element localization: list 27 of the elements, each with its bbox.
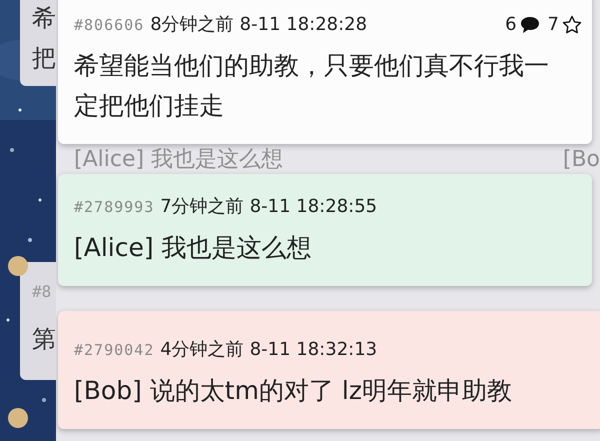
- star-count: 7: [548, 14, 559, 35]
- time-ago: 7分钟之前: [160, 195, 244, 218]
- post-text: #8: [32, 282, 52, 301]
- time-ago: 8分钟之前: [150, 13, 234, 36]
- post-card[interactable]: #806606 8分钟之前 8-11 18:28:28 6 7 希望能当他们的助教，只要他们真不行我一定把他们挂走: [58, 0, 592, 144]
- post-id: #806606: [74, 16, 144, 34]
- post-card[interactable]: #2790042 4分钟之前 8-11 18:32:13 [Bob] 说的太tm的对了 lz明年就申助教: [58, 311, 600, 429]
- post-text: 希: [32, 3, 56, 34]
- timestamp: 8-11 18:28:55: [250, 196, 378, 217]
- post-text: 希望能当他们的助教，只要他们真不行我一定把他们挂走: [74, 50, 550, 122]
- time-ago: 4分钟之前: [160, 338, 244, 361]
- speech-bubble-icon[interactable]: [520, 16, 540, 34]
- post-card[interactable]: #2789993 7分钟之前 8-11 18:28:55 [Alice] 我也是这么想: [58, 174, 592, 286]
- reply-preview: [Alice] 我也是这么想: [74, 146, 284, 174]
- post-text: [Alice] 我也是这么想: [74, 232, 313, 264]
- timestamp: 8-11 18:28:28: [240, 14, 368, 35]
- post-text: 第: [32, 324, 56, 355]
- reply-count: 6: [505, 14, 517, 35]
- post-id: #2790042: [74, 341, 154, 359]
- post-text: 把: [32, 43, 56, 74]
- reply-preview: [Bo: [562, 146, 600, 172]
- star-icon[interactable]: [562, 14, 582, 34]
- post-card[interactable]: #8 第: [20, 262, 56, 380]
- post-id: #2789993: [74, 198, 154, 216]
- timestamp: 8-11 18:32:13: [250, 339, 378, 360]
- post-text: [Bob] 说的太tm的对了 lz明年就申助教: [74, 375, 513, 407]
- post-card[interactable]: 希 把: [20, 0, 56, 86]
